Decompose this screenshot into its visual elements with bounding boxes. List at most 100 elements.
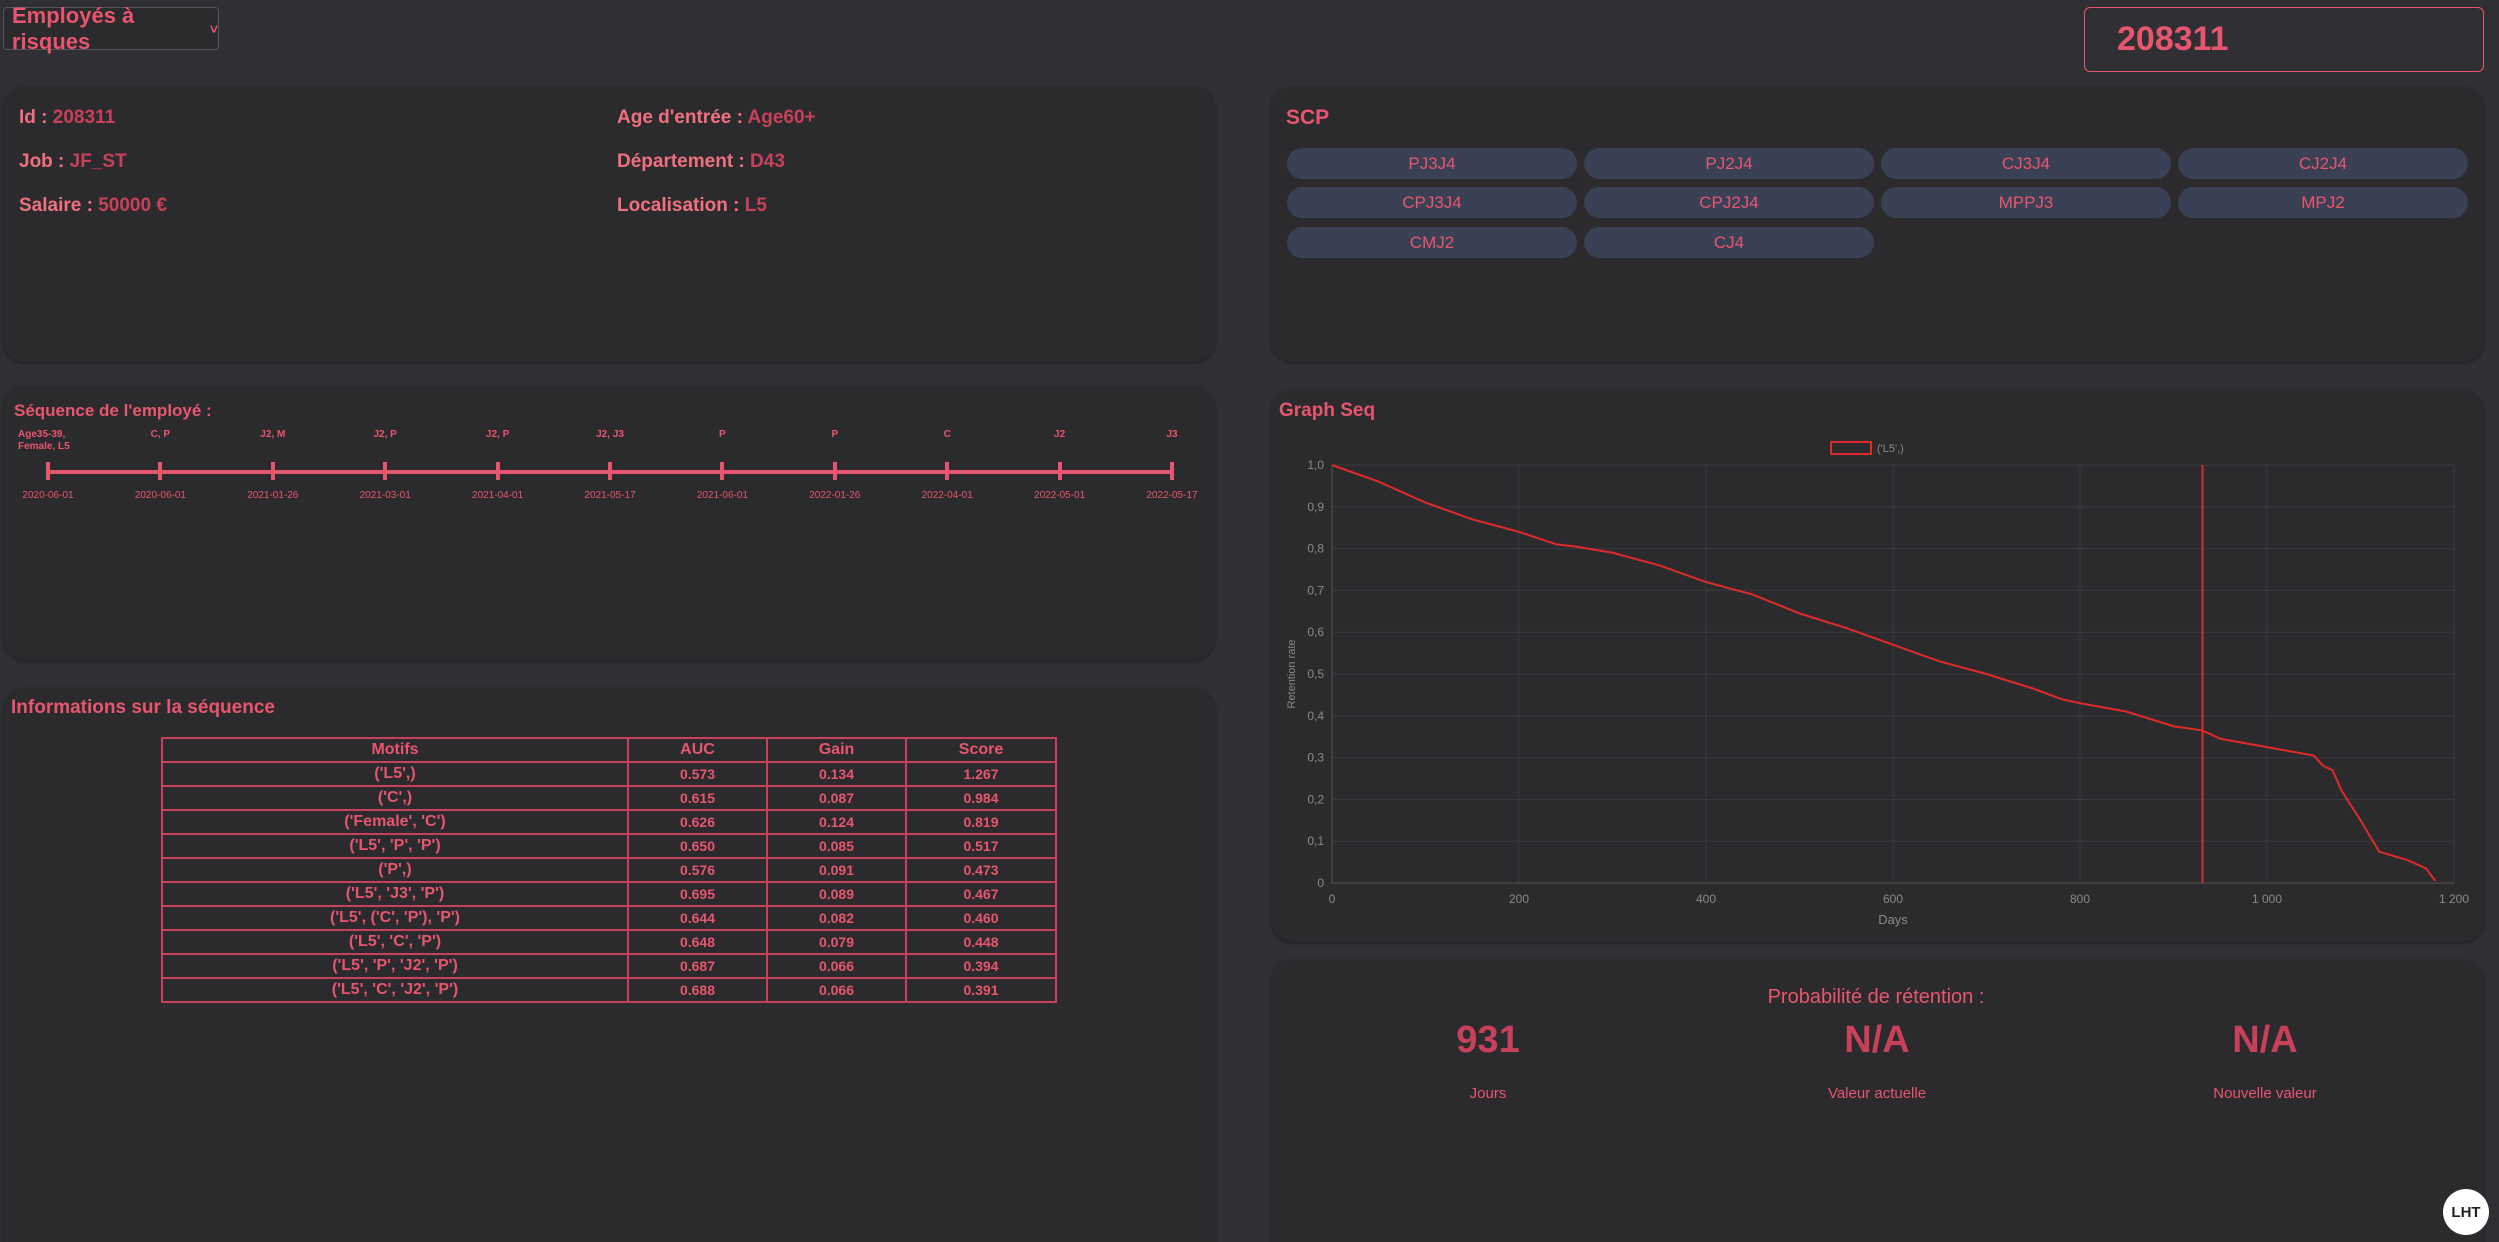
sequence-title: Séquence de l'employé :: [14, 401, 212, 420]
timeline-event-label: J2, M: [260, 429, 286, 440]
gain-cell: 0.089: [766, 881, 907, 907]
auc-cell: 0.650: [627, 833, 768, 859]
scp-chip[interactable]: CJ2J4: [2178, 148, 2468, 179]
motif-cell: ('L5', 'P', 'J2', 'P'): [161, 953, 629, 979]
retention-new-value: N/A: [2232, 1019, 2298, 1061]
timeline-tick: [270, 462, 275, 480]
timeline-date: 2020-06-01: [22, 490, 74, 501]
y-tick-label: 0,5: [1307, 667, 1324, 681]
scp-panel: [1271, 87, 2484, 362]
timeline-tick: [46, 462, 50, 480]
chevron-down-icon: ˅: [209, 20, 218, 37]
auc-cell: 0.688: [627, 977, 768, 1003]
score-cell: 0.460: [905, 905, 1057, 931]
timeline-date: 2021-06-01: [696, 490, 748, 501]
gain-cell: 0.124: [766, 809, 907, 835]
score-cell: 0.473: [905, 857, 1057, 883]
score-cell: 0.391: [905, 977, 1057, 1003]
employee-location-row: Localisation : L5: [617, 195, 767, 217]
score-cell: 0.819: [905, 809, 1057, 835]
table-row: ('L5', 'P', 'P') 0.650 0.085 0.517: [161, 833, 1057, 859]
scp-chip[interactable]: PJ3J4: [1287, 148, 1577, 179]
scp-chip[interactable]: MPPJ3: [1881, 187, 2171, 218]
table-row: ('P',) 0.576 0.091 0.473: [161, 857, 1057, 883]
gain-cell: 0.066: [766, 953, 907, 979]
table-header-row: Motifs AUC Gain Score: [161, 737, 1057, 763]
timeline-event-label: Age35-39, Female, L5: [18, 429, 70, 452]
score-cell: 1.267: [905, 761, 1057, 787]
auc-cell: 0.644: [627, 905, 768, 931]
score-cell: 0.984: [905, 785, 1057, 811]
timeline-event-label: J2, P: [485, 429, 510, 440]
legend-swatch: [1830, 441, 1872, 455]
timeline-date: 2021-05-17: [584, 490, 636, 501]
retention-curve: [1331, 464, 2437, 882]
motif-cell: ('L5', 'C', 'P'): [161, 929, 629, 955]
timeline-date: 2022-05-01: [1034, 490, 1086, 501]
employee-id-input[interactable]: 208311: [2084, 7, 2484, 72]
timeline-tick: [608, 462, 612, 480]
y-tick-label: 0,7: [1307, 583, 1324, 597]
timeline-date: 2021-04-01: [472, 490, 524, 501]
employee-location-value: L5: [744, 195, 767, 216]
motif-cell: ('L5', 'C', 'J2', 'P'): [161, 977, 629, 1003]
scp-chip[interactable]: CPJ2J4: [1584, 187, 1874, 218]
scp-chip[interactable]: CJ3J4: [1881, 148, 2171, 179]
score-cell: 0.467: [905, 881, 1057, 907]
scp-chip[interactable]: PJ2J4: [1584, 148, 1874, 179]
x-tick-label: 1 200: [2439, 892, 2469, 906]
timeline-date: 2022-05-17: [1146, 490, 1198, 501]
motif-cell: ('L5', ('C', 'P'), 'P'): [161, 905, 629, 931]
employee-filter-select[interactable]: Employés à risques ˅: [3, 3, 219, 54]
y-tick-label: 0: [1317, 876, 1324, 890]
user-avatar-badge[interactable]: LHT: [2443, 1189, 2489, 1235]
y-tick-label: 1,0: [1307, 458, 1324, 472]
gain-cell: 0.091: [766, 857, 907, 883]
gain-cell: 0.079: [766, 929, 907, 955]
motifs-table: Motifs AUC Gain Score ('L5',) 0.573 0.134 1…: [161, 737, 1057, 1003]
graph-title: Graph Seq: [1279, 400, 1376, 421]
gain-cell: 0.087: [766, 785, 907, 811]
scp-chip[interactable]: CMJ2: [1287, 227, 1577, 258]
employee-dept-label: Département :: [617, 151, 745, 172]
column-header-gain: Gain: [766, 737, 907, 763]
timeline-event-label: C: [943, 429, 951, 440]
x-tick-label: 800: [2070, 892, 2090, 906]
x-axis-label: Days: [1878, 912, 1908, 927]
scp-chip[interactable]: CPJ3J4: [1287, 187, 1577, 218]
timeline-tick: [383, 462, 388, 480]
gain-cell: 0.066: [766, 977, 907, 1003]
gain-cell: 0.085: [766, 833, 907, 859]
timeline-tick: [495, 462, 500, 480]
employee-salary-label: Salaire :: [19, 195, 93, 216]
timeline-tick: [1170, 462, 1174, 480]
motif-cell: ('L5', 'J3', 'P'): [161, 881, 629, 907]
timeline-event-label: C, P: [150, 429, 171, 440]
scp-chip[interactable]: MPJ2: [2178, 187, 2468, 218]
employee-salary-value: 50000 €: [98, 195, 167, 216]
timeline-event-label: J2, P: [373, 429, 397, 440]
motif-cell: ('C',): [161, 785, 629, 811]
table-row: ('Female', 'C') 0.626 0.124 0.819: [161, 809, 1057, 835]
table-row: ('C',) 0.615 0.087 0.984: [161, 785, 1057, 811]
employee-id-label: Id :: [19, 107, 48, 128]
y-tick-label: 0,2: [1307, 792, 1324, 806]
timeline-event-label: P: [719, 429, 726, 440]
auc-cell: 0.615: [627, 785, 768, 811]
timeline-tick: [945, 462, 950, 480]
auc-cell: 0.648: [627, 929, 768, 955]
timeline-date: 2021-03-01: [359, 490, 411, 501]
timeline-event-label: J3: [1166, 429, 1178, 440]
employee-id-row: Id : 208311: [19, 107, 115, 129]
auc-cell: 0.576: [627, 857, 768, 883]
x-tick-label: 1 000: [2252, 892, 2282, 906]
column-header-motifs: Motifs: [161, 737, 629, 763]
employee-job-label: Job :: [19, 151, 65, 172]
x-tick-label: 200: [1509, 892, 1529, 906]
sequence-info-title: Informations sur la séquence: [11, 697, 275, 718]
scp-title: SCP: [1286, 106, 1330, 129]
y-axis-label: Retention rate: [1286, 639, 1298, 708]
table-row: ('L5',) 0.573 0.134 1.267: [161, 761, 1057, 787]
scp-chip[interactable]: CJ4: [1584, 227, 1874, 258]
table-row: ('L5', 'C', 'J2', 'P') 0.688 0.066 0.391: [161, 977, 1057, 1003]
